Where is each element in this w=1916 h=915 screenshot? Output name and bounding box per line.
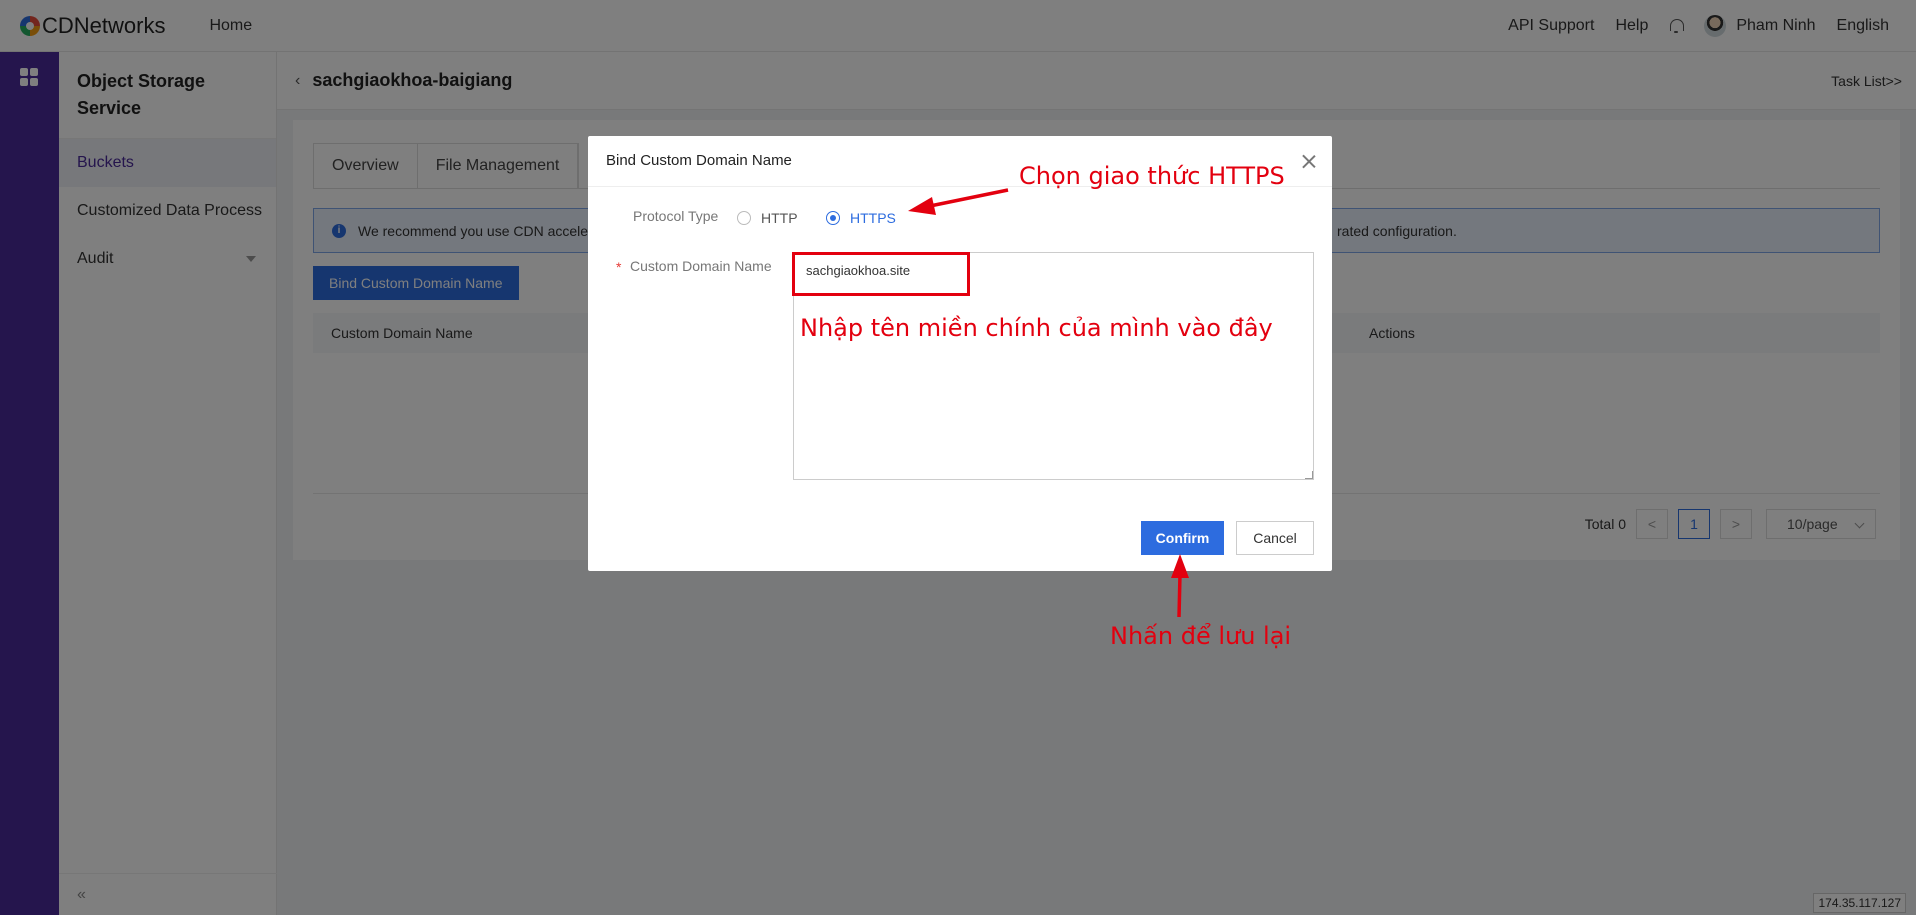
custom-domain-label: Custom Domain Name: [630, 258, 772, 274]
radio-circle-icon: [737, 211, 751, 225]
confirm-button[interactable]: Confirm: [1141, 521, 1224, 555]
cancel-button[interactable]: Cancel: [1236, 521, 1314, 555]
close-icon[interactable]: [1302, 154, 1316, 168]
protocol-type-label: Protocol Type: [633, 208, 719, 224]
radio-label: HTTP: [761, 210, 798, 226]
annotation-enter-domain: Nhập tên miền chính của mình vào đây: [800, 314, 1273, 342]
annotation-choose-https: Chọn giao thức HTTPS: [1019, 162, 1285, 190]
protocol-radio-http[interactable]: HTTP: [737, 210, 798, 226]
radio-label: HTTPS: [850, 210, 896, 226]
dialog-title: Bind Custom Domain Name: [606, 152, 792, 169]
annotation-highlight-box: [792, 252, 970, 296]
resize-handle-icon[interactable]: [1305, 471, 1313, 479]
protocol-radio-https[interactable]: HTTPS: [826, 210, 896, 226]
required-asterisk: *: [616, 259, 622, 275]
bind-domain-dialog: Bind Custom Domain Name Protocol Type HT…: [588, 136, 1332, 571]
radio-checked-icon: [826, 211, 840, 225]
annotation-click-save: Nhấn để lưu lại: [1110, 622, 1292, 650]
